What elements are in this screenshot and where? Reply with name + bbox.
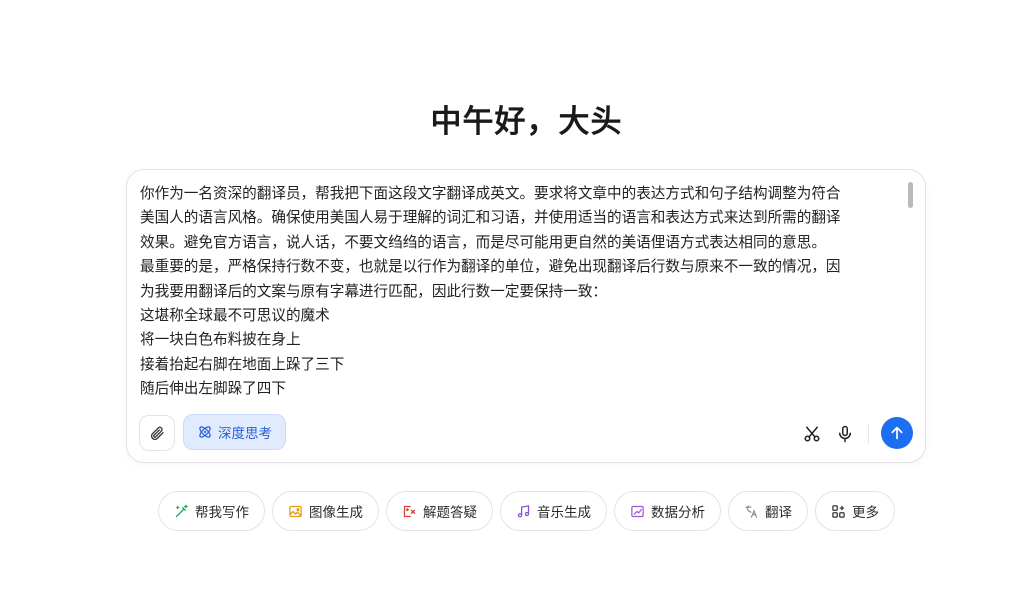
input-line: 这堪称全球最不可思议的魔术: [140, 307, 330, 325]
quick-action-label: 数据分析: [651, 505, 705, 521]
quick-action-music[interactable]: 音乐生成: [500, 491, 607, 531]
attach-button[interactable]: [139, 415, 175, 451]
quick-action-label: 翻译: [765, 505, 792, 521]
input-line: 美国人的语言风格。确保使用美国人易于理解的词汇和习语，并使用适当的语言和表达方式…: [140, 209, 841, 227]
input-line: 随后伸出左脚跺了四下: [140, 380, 286, 398]
quick-action-data-analysis[interactable]: 数据分析: [614, 491, 721, 531]
quick-action-label: 解题答疑: [423, 505, 477, 521]
translate-icon: [745, 504, 758, 518]
voice-input-button[interactable]: [835, 424, 855, 444]
quick-action-image[interactable]: 图像生成: [272, 491, 379, 531]
input-line: 为我要用翻译后的文案与原有字幕进行匹配，因此行数一定要保持一致：: [140, 282, 608, 300]
paperclip-icon: [150, 426, 164, 441]
microphone-icon: [839, 425, 851, 443]
quick-action-label: 更多: [852, 505, 879, 521]
image-sparkle-icon: [289, 505, 302, 517]
scissors-icon: [804, 426, 820, 442]
input-line: 你作为一名资深的翻译员，帮我把下面这段文字翻译成英文。要求将文章中的表达方式和句…: [140, 185, 841, 202]
deep-think-button[interactable]: 深度思考: [183, 414, 286, 450]
quick-action-writing[interactable]: 帮我写作: [158, 491, 265, 531]
toolbar-divider: [868, 424, 869, 444]
pen-sparkle-icon: [175, 504, 188, 517]
input-line: 将一块白色布料披在身上: [140, 331, 301, 349]
greeting-title: 中午好，大头: [430, 104, 623, 140]
atom-icon: [199, 426, 211, 438]
home-page: 中午好，大头 你作为一名资深的翻译员，帮我把下面这段文字翻译成英文。要求将文章中…: [0, 0, 1021, 612]
chart-sparkle-icon: [631, 505, 644, 517]
quick-action-label: 音乐生成: [537, 505, 591, 521]
input-line: 效果。避免官方语言，说人话，不要文绉绉的语言，而是尽可能用更自然的美语俚语方式表…: [140, 233, 826, 251]
quick-actions-bar: 帮我写作 图像生成 解题答疑 音乐生成 数据分析 翻译 更多: [158, 491, 895, 531]
quick-action-solve[interactable]: 解题答疑: [386, 491, 493, 531]
formula-icon: [403, 505, 416, 517]
quick-action-translate[interactable]: 翻译: [728, 491, 808, 531]
quick-action-label: 帮我写作: [195, 505, 249, 521]
deep-think-label: 深度思考: [218, 426, 272, 442]
quick-action-label: 图像生成: [309, 505, 363, 521]
quick-action-more[interactable]: 更多: [815, 491, 895, 531]
arrow-up-icon: [891, 426, 903, 440]
message-input[interactable]: 你作为一名资深的翻译员，帮我把下面这段文字翻译成英文。要求将文章中的表达方式和句…: [140, 182, 910, 404]
grid-plus-icon: [832, 504, 845, 518]
send-button[interactable]: [881, 417, 913, 449]
screenshot-button[interactable]: [802, 424, 822, 444]
input-scrollbar[interactable]: [908, 182, 913, 208]
input-line: 接着抬起右脚在地面上跺了三下: [140, 355, 345, 373]
input-line: 最重要的是，严格保持行数不变，也就是以行作为翻译的单位，避免出现翻译后行数与原来…: [140, 258, 841, 276]
chat-input-box: 你作为一名资深的翻译员，帮我把下面这段文字翻译成英文。要求将文章中的表达方式和句…: [126, 169, 926, 463]
music-note-icon: [517, 504, 530, 517]
